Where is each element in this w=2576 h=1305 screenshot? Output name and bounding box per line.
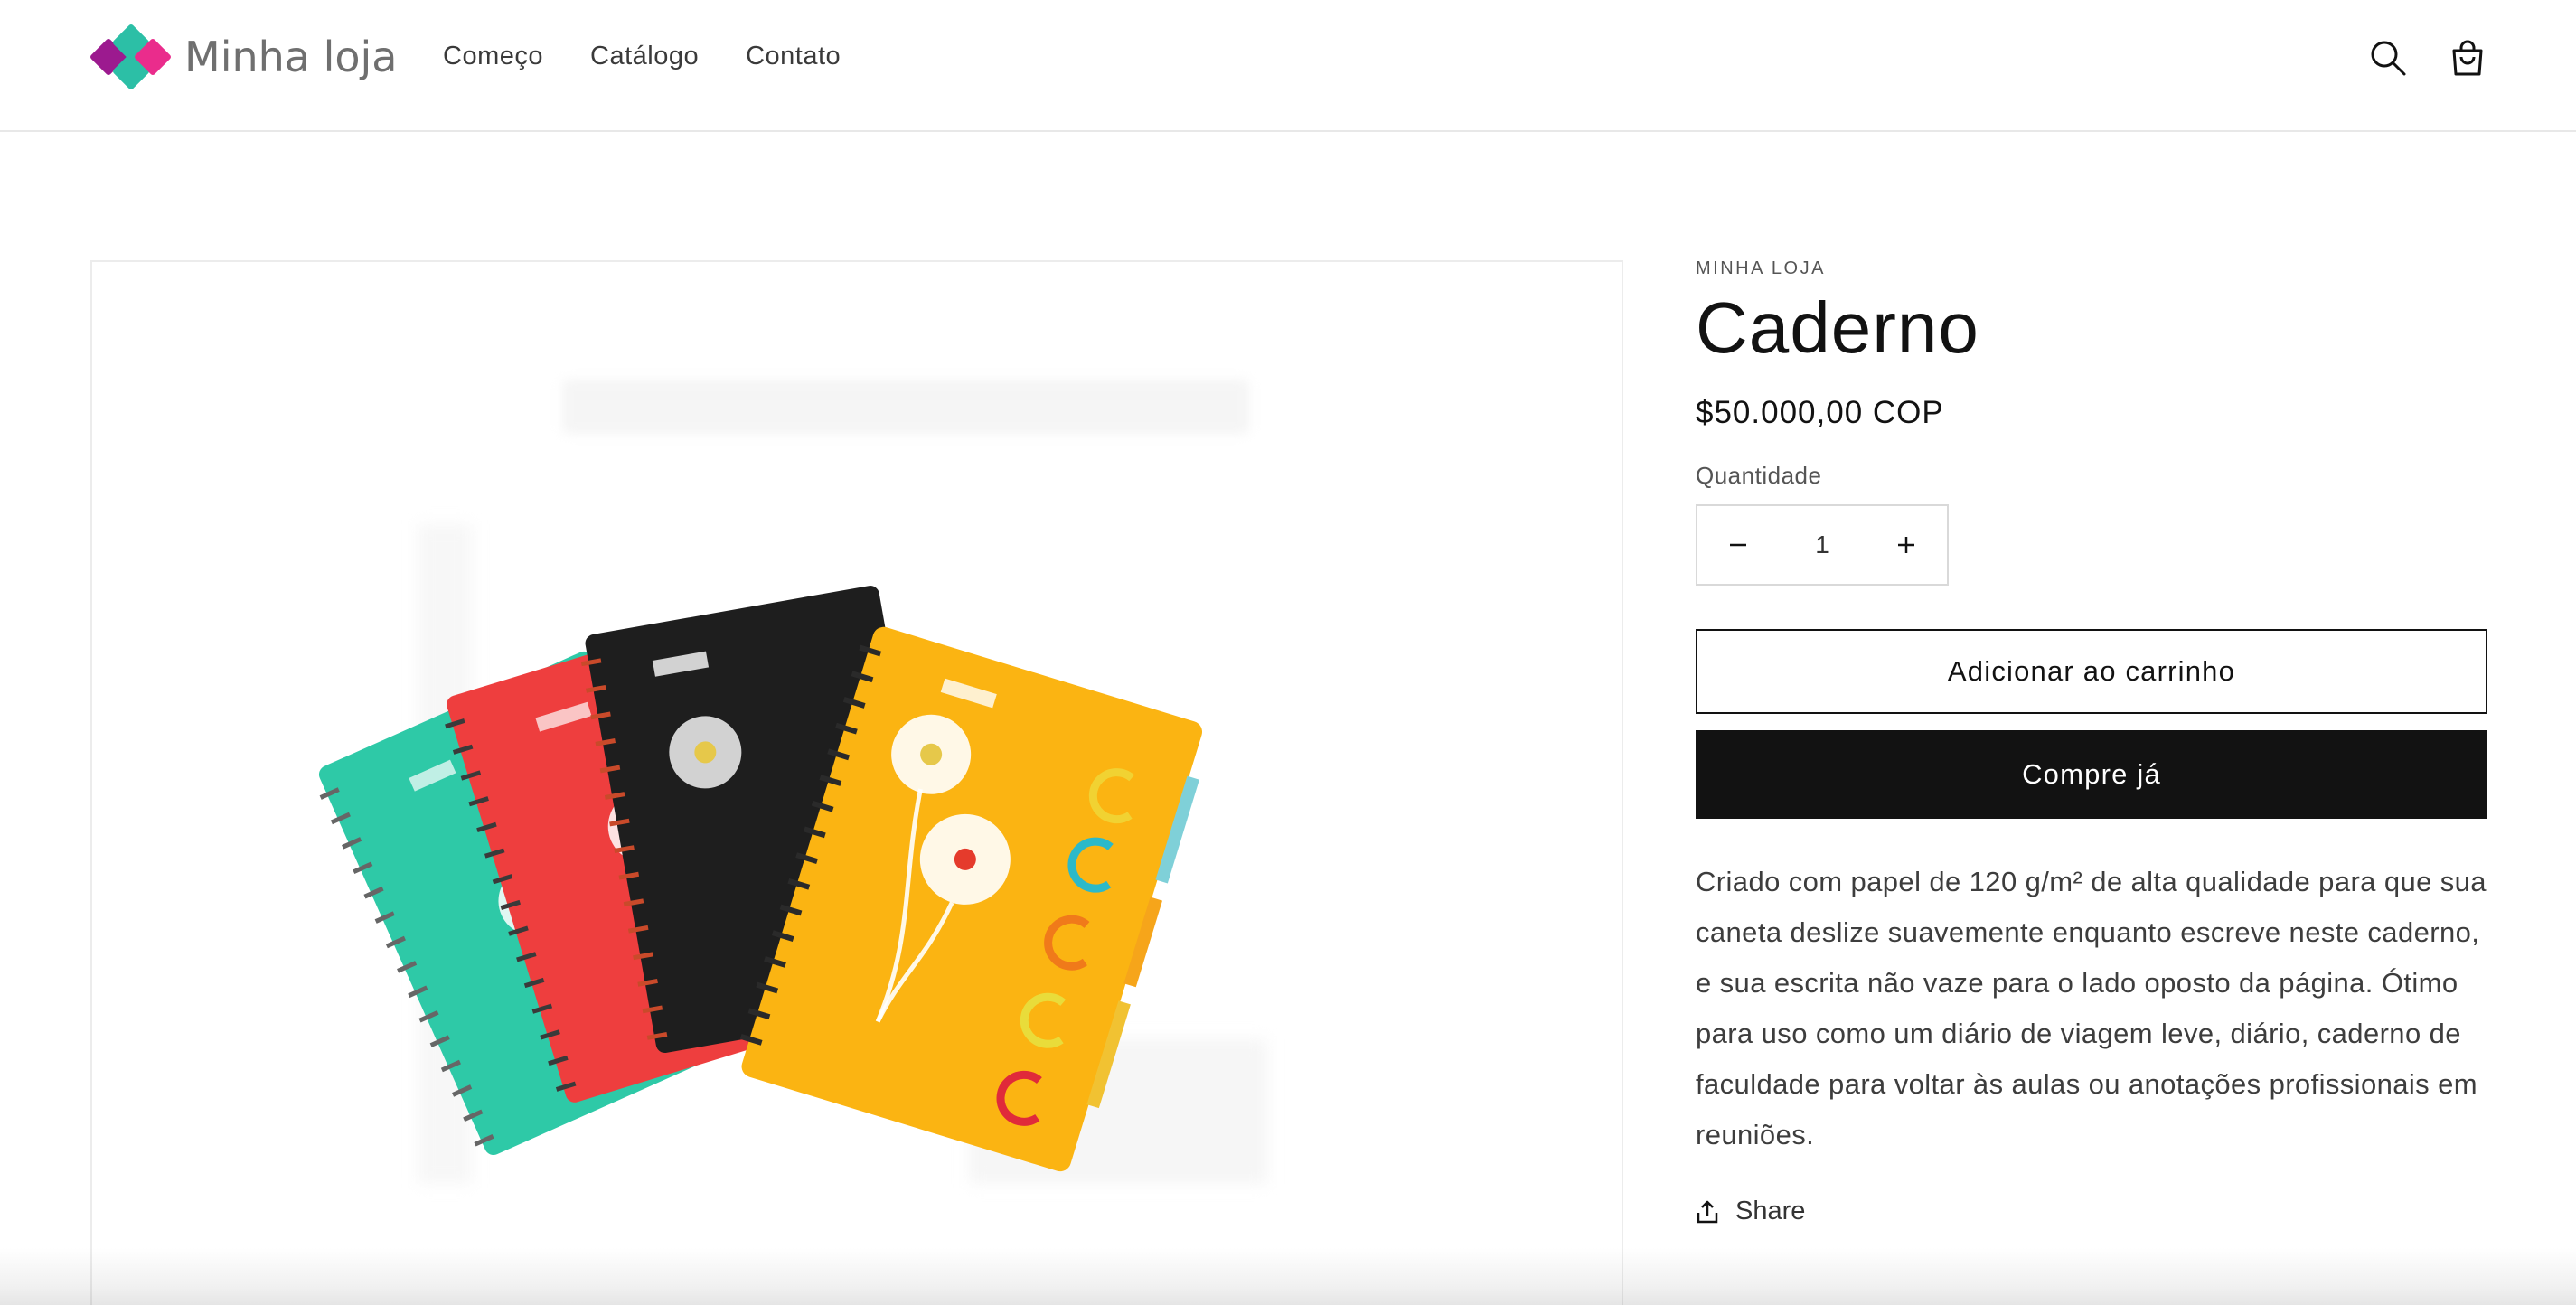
nav-link-contato[interactable]: Contato xyxy=(746,38,841,74)
buy-now-button[interactable]: Compre já xyxy=(1696,730,2487,819)
logo-mark-icon xyxy=(87,23,174,91)
search-icon xyxy=(2371,41,2406,76)
product-image-notebooks xyxy=(318,586,1203,1172)
nav-link-comeco[interactable]: Começo xyxy=(443,38,543,74)
plus-icon xyxy=(1897,537,1914,553)
logo-text: Minha loja xyxy=(184,33,398,81)
add-to-cart-button[interactable]: Adicionar ao carrinho xyxy=(1696,629,2487,714)
quantity-input[interactable]: 1 xyxy=(1815,530,1829,559)
quantity-stepper: 1 xyxy=(1696,504,1949,586)
quantity-label: Quantidade xyxy=(1696,462,1822,489)
product-price: $50.000,00 COP xyxy=(1696,395,1944,430)
product-vendor: MINHA LOJA xyxy=(1696,258,1826,278)
cart-bag-icon xyxy=(2452,40,2483,76)
quantity-decrease-button[interactable] xyxy=(1697,506,1779,584)
share-button[interactable]: Share xyxy=(1696,1197,2487,1226)
product-title: Caderno xyxy=(1696,287,1979,368)
main-nav: Começo Catálogo Contato xyxy=(443,38,888,74)
share-label: Share xyxy=(1735,1197,1806,1225)
cart-button[interactable] xyxy=(2442,33,2493,83)
product-description: Criado com papel de 120 g/m² de alta qua… xyxy=(1696,866,2487,1150)
quantity-increase-button[interactable] xyxy=(1866,506,1947,584)
search-button[interactable] xyxy=(2363,33,2413,83)
minus-icon xyxy=(1730,543,1746,547)
product-info: MINHA LOJA Caderno $50.000,00 COP Quanti… xyxy=(1696,258,2487,1226)
site-header: Minha loja Começo Catálogo Contato xyxy=(0,0,2576,132)
store-logo[interactable]: Minha loja xyxy=(87,23,398,91)
share-icon xyxy=(1697,1200,1718,1223)
product-image-frame[interactable] xyxy=(90,260,1623,1305)
nav-link-catalogo[interactable]: Catálogo xyxy=(590,38,699,74)
